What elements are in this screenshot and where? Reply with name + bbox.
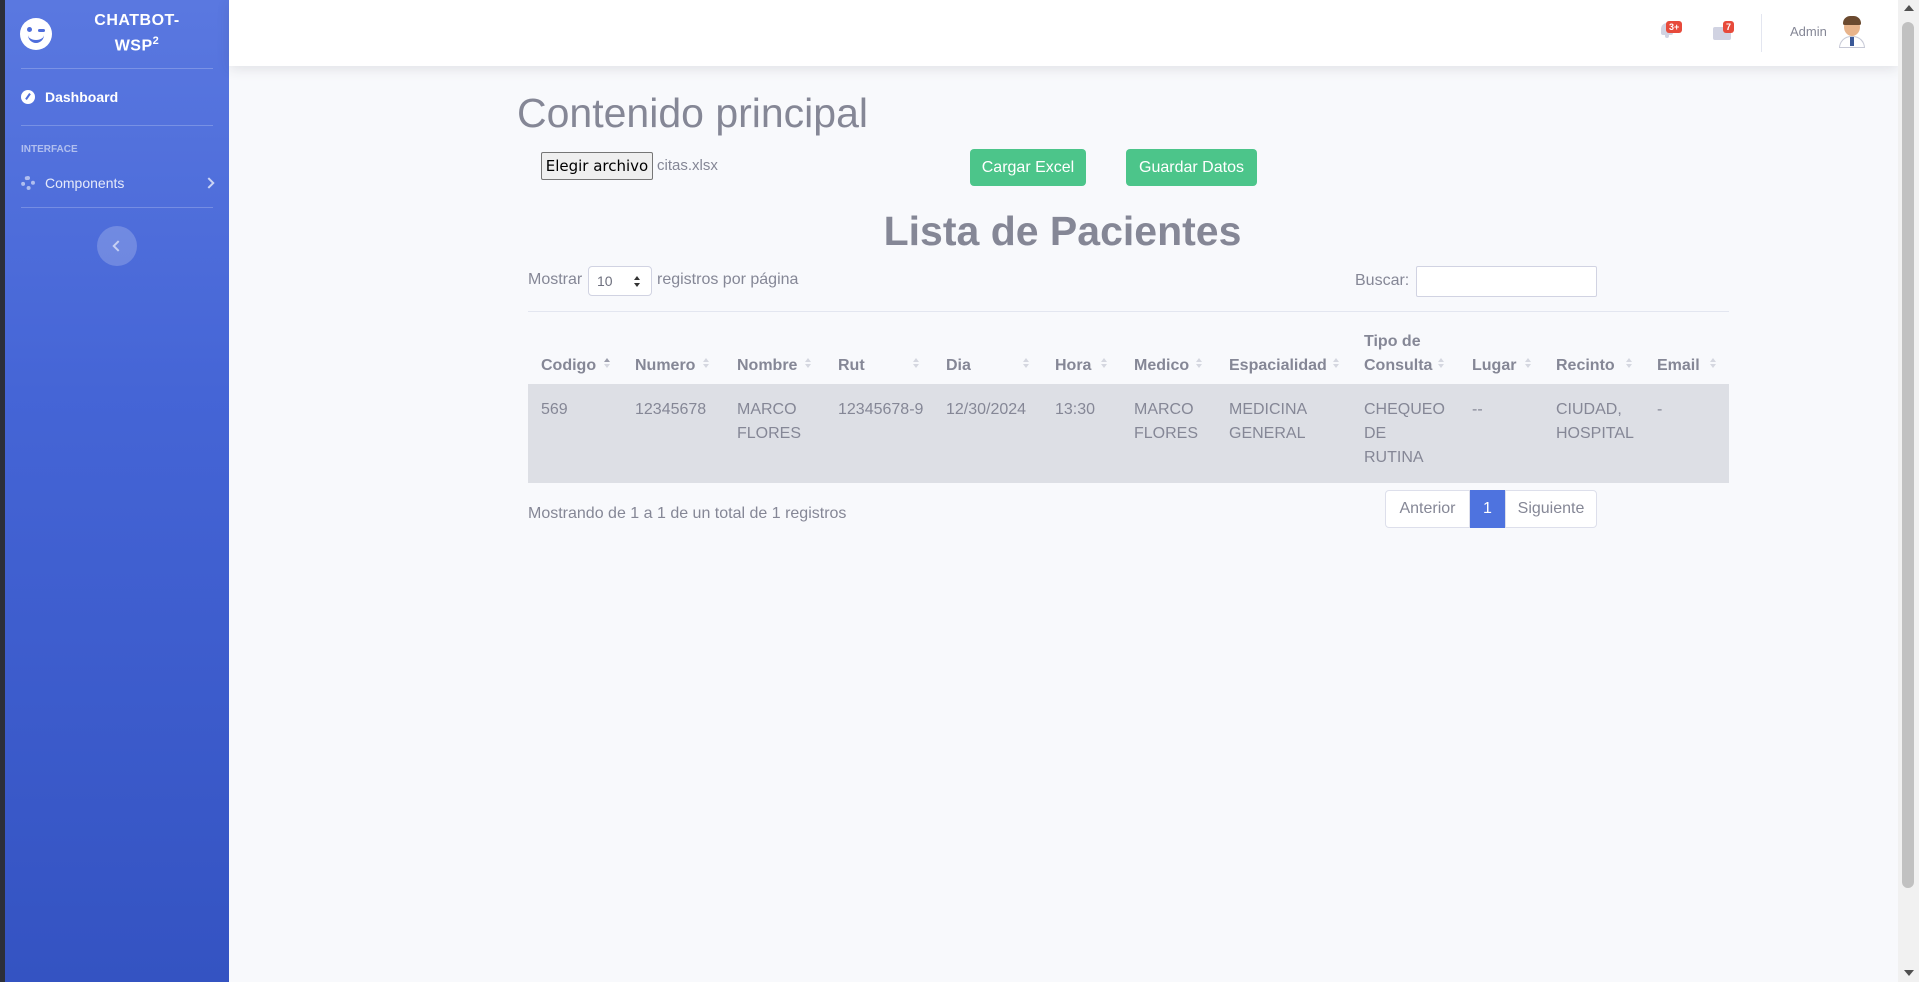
sidebar-item-label: Dashboard <box>45 89 119 105</box>
page-title: Contenido principal <box>517 90 869 136</box>
scroll-up-icon[interactable] <box>1904 5 1914 11</box>
sort-icon <box>1626 358 1632 370</box>
cell-tipo-consulta: CHEQUEO DE RUTINA <box>1364 401 1445 466</box>
pagination-page-1[interactable]: 1 <box>1470 490 1505 528</box>
column-header-medico[interactable]: Medico <box>1134 354 1189 378</box>
laugh-wink-icon <box>20 18 52 50</box>
topbar-divider <box>1761 14 1762 52</box>
column-header-numero[interactable]: Numero <box>635 354 695 378</box>
sort-icon <box>1525 358 1531 370</box>
sidebar-heading: INTERFACE <box>21 144 78 155</box>
sidebar-divider <box>21 125 213 126</box>
scroll-down-icon[interactable] <box>1904 970 1914 976</box>
cell-especialidad: MEDICINA GENERAL <box>1229 401 1307 442</box>
cell-dia: 12/30/2024 <box>946 401 1027 418</box>
sidebar-item-label: Components <box>45 175 125 191</box>
column-header-email[interactable]: Email <box>1657 354 1700 378</box>
cell-lugar: -- <box>1472 401 1483 418</box>
load-excel-button[interactable]: Cargar Excel <box>970 149 1086 186</box>
sort-icon <box>604 358 610 370</box>
column-header-especialidad[interactable]: Espacialidad <box>1229 354 1327 378</box>
choose-file-button[interactable]: Elegir archivo <box>541 152 653 180</box>
alerts-badge: 3+ <box>1666 21 1683 33</box>
cell-hora: 13:30 <box>1055 401 1096 418</box>
sidebar-item-components[interactable]: Components <box>5 159 229 207</box>
sort-icon <box>1710 358 1716 370</box>
column-header-tipo-consulta[interactable]: Tipo de Consulta <box>1364 330 1436 378</box>
pagination-previous[interactable]: Anterior <box>1385 490 1470 528</box>
user-name[interactable]: Admin <box>1790 24 1827 39</box>
sort-icon <box>1196 358 1202 370</box>
sidebar: CHATBOT- WSP2 Dashboard INTERFACE Compon… <box>5 0 229 982</box>
cell-rut: 12345678-9 <box>838 401 924 418</box>
sort-icon <box>1438 358 1444 370</box>
gear-icon <box>21 176 35 190</box>
cell-numero: 12345678 <box>635 401 707 418</box>
brand-name: CHATBOT- WSP2 <box>94 12 180 55</box>
sort-icon <box>805 358 811 370</box>
scrollbar[interactable] <box>1898 0 1919 982</box>
cell-email: - <box>1657 401 1663 418</box>
table-info: Mostrando de 1 a 1 de un total de 1 regi… <box>528 505 847 522</box>
sort-icon <box>1023 358 1029 370</box>
page-size-label: Mostrar <box>528 271 583 288</box>
sort-icon <box>703 358 709 370</box>
column-header-lugar[interactable]: Lugar <box>1472 354 1516 378</box>
page-size-value: 10 <box>597 273 613 289</box>
column-header-hora[interactable]: Hora <box>1055 354 1091 378</box>
page-size-select[interactable]: 10 <box>588 266 652 296</box>
table-divider <box>528 311 1729 312</box>
column-header-recinto[interactable]: Recinto <box>1556 354 1615 378</box>
cell-medico: MARCO FLORES <box>1134 401 1199 442</box>
list-title: Lista de Pacientes <box>883 208 1242 254</box>
selected-file-name: citas.xlsx <box>657 157 718 174</box>
column-header-codigo[interactable]: Codigo <box>541 354 596 378</box>
sort-icon <box>1333 358 1339 370</box>
search-input[interactable] <box>1416 266 1597 297</box>
chevron-right-icon <box>203 177 215 189</box>
select-arrows-icon <box>634 276 641 288</box>
topbar: 3+ 7 Admin <box>229 0 1898 66</box>
messages-badge: 7 <box>1723 21 1735 33</box>
page-size-suffix: registros por página <box>657 271 799 288</box>
sort-icon <box>913 358 919 370</box>
tachometer-icon <box>21 90 35 104</box>
cell-recinto: CIUDAD, HOSPITAL <box>1556 401 1634 442</box>
save-data-button[interactable]: Guardar Datos <box>1126 149 1257 186</box>
sidebar-brand[interactable]: CHATBOT- WSP2 <box>5 0 229 68</box>
avatar[interactable] <box>1838 16 1866 48</box>
scrollbar-thumb[interactable] <box>1902 22 1914 888</box>
column-header-dia[interactable]: Dia <box>946 354 971 378</box>
pagination-next[interactable]: Siguiente <box>1505 490 1597 528</box>
search-label: Buscar: <box>1355 272 1410 289</box>
cell-codigo: 569 <box>541 401 568 418</box>
sidebar-item-dashboard[interactable]: Dashboard <box>5 69 229 125</box>
sort-icon <box>1101 358 1107 370</box>
pagination: Anterior 1 Siguiente <box>1385 490 1597 528</box>
cell-nombre: MARCO FLORES <box>737 401 802 442</box>
table-row[interactable]: 569 12345678 MARCO FLORES 12345678-9 12/… <box>528 384 1729 483</box>
column-header-nombre[interactable]: Nombre <box>737 354 797 378</box>
column-header-rut[interactable]: Rut <box>838 354 865 378</box>
table-header: Codigo Numero Nombre Rut Dia Hora Medico… <box>528 320 1729 384</box>
